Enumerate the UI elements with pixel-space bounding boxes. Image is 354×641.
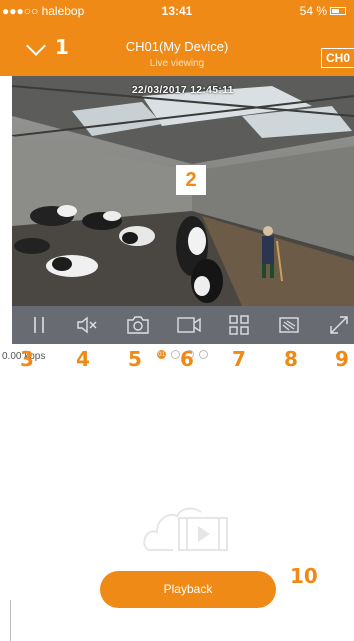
battery-percent: 54 % xyxy=(299,4,327,18)
callout-1: 1 xyxy=(55,35,69,59)
grid-layout-icon[interactable] xyxy=(228,315,250,335)
video-timestamp: 22/03/2017 12:45:11 xyxy=(132,85,234,96)
playback-control-bar xyxy=(12,306,354,344)
page-title: CH01(My Device) xyxy=(125,39,229,54)
page-subtitle: Live viewing xyxy=(149,58,205,69)
callout-9: 9 xyxy=(335,347,349,371)
record-video-icon[interactable] xyxy=(176,315,202,335)
page-badge-number: 01 xyxy=(158,352,165,358)
channel-switch-button[interactable]: CH0 xyxy=(320,48,354,68)
app-header: ●●●○○ halebop 13:41 54 % CH01(My Device)… xyxy=(0,0,354,76)
status-bar: ●●●○○ halebop 13:41 54 % xyxy=(0,0,354,22)
callout-6: 6 xyxy=(180,347,194,371)
callout-5: 5 xyxy=(128,347,142,371)
snapshot-camera-icon[interactable] xyxy=(126,315,149,335)
callout-7: 7 xyxy=(232,347,246,371)
callout-3: 3 xyxy=(20,347,34,371)
battery-indicator: 54 % xyxy=(300,4,346,18)
pause-icon[interactable] xyxy=(28,315,50,335)
divider-line xyxy=(10,600,11,641)
image-quality-icon[interactable] xyxy=(278,315,300,335)
page-dot[interactable] xyxy=(199,350,208,359)
callout-8: 8 xyxy=(284,347,298,371)
callout-2: 2 xyxy=(176,165,206,195)
page-dot[interactable] xyxy=(171,350,180,359)
battery-icon xyxy=(330,7,346,15)
playback-button[interactable]: Playback xyxy=(100,571,276,608)
callout-10: 10 xyxy=(290,564,318,588)
page-dot-active[interactable]: 01 xyxy=(157,350,166,359)
mute-icon[interactable] xyxy=(76,315,98,335)
cloud-video-icon xyxy=(143,504,235,557)
fullscreen-icon[interactable] xyxy=(328,315,350,335)
callout-4: 4 xyxy=(76,347,90,371)
